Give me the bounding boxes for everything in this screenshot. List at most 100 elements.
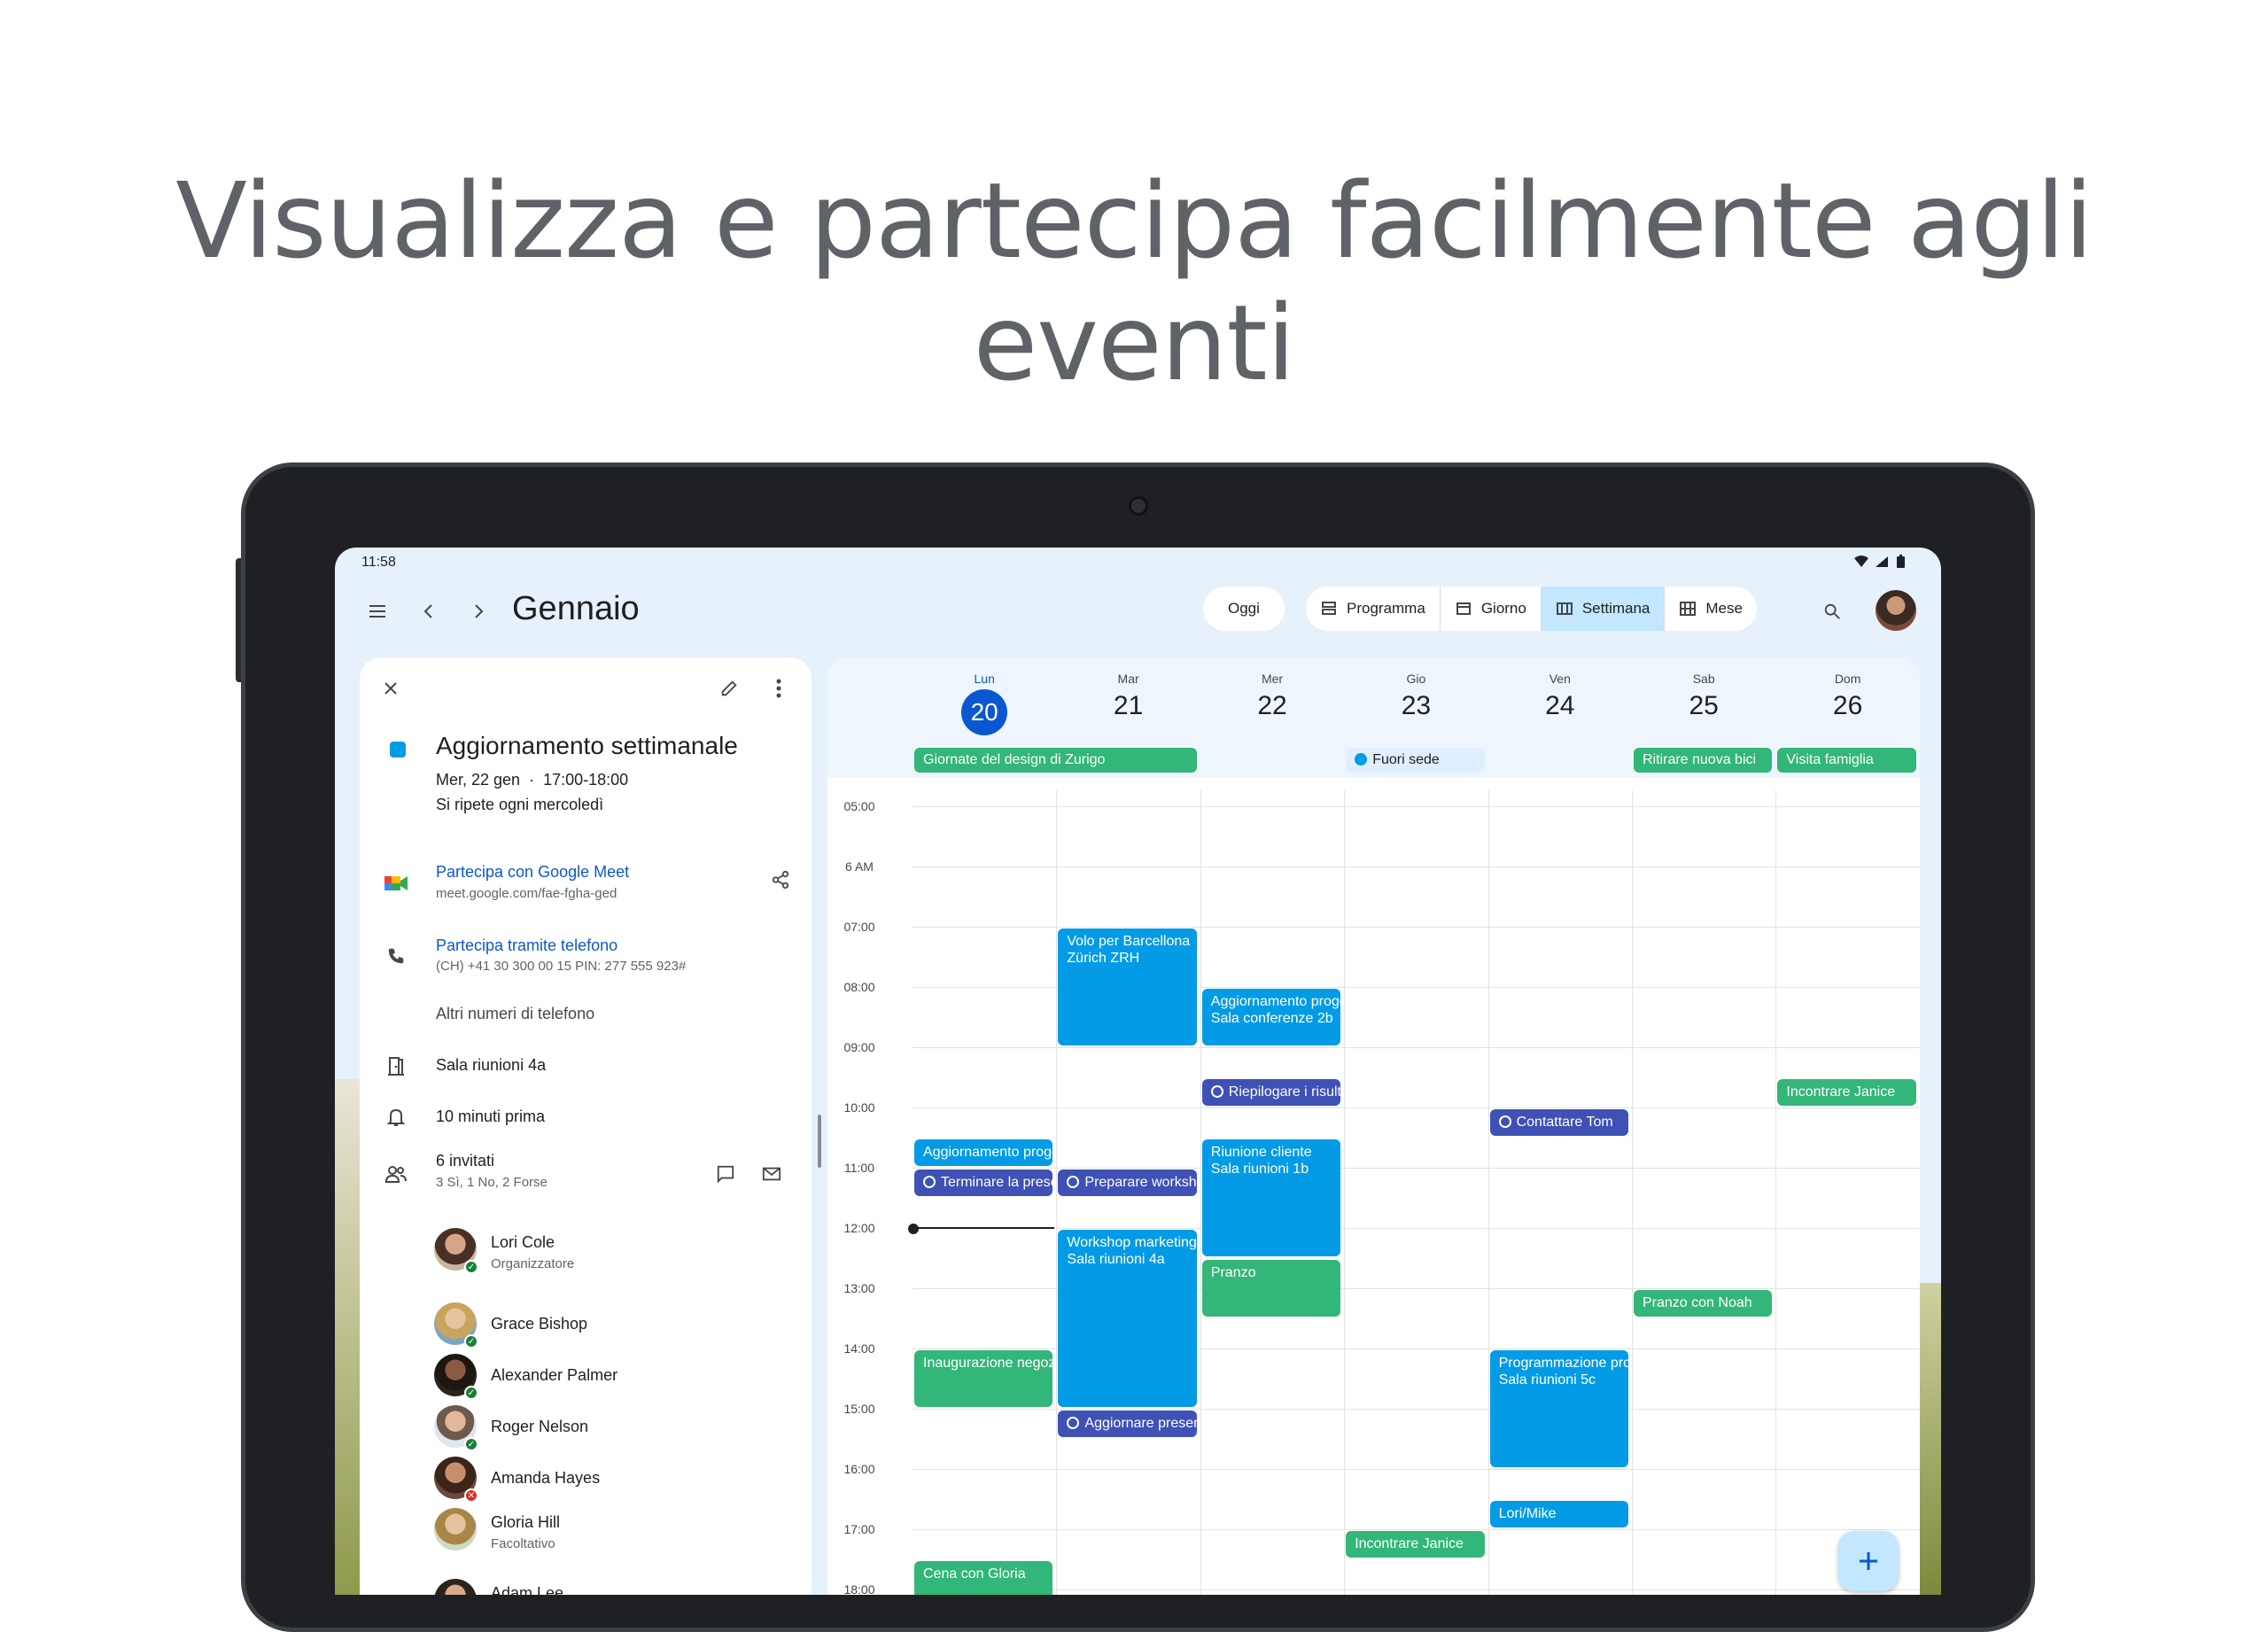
calendar-event[interactable]: Riunione cliente Sala riunioni 1b: [1201, 1139, 1341, 1256]
guest-avatar: [434, 1579, 477, 1595]
day-number[interactable]: 23: [1345, 691, 1487, 721]
join-phone-link[interactable]: Partecipa tramite telefono: [436, 936, 617, 955]
status-icons: [1852, 555, 1915, 573]
edit-pencil-icon[interactable]: [716, 675, 742, 702]
view-day-button[interactable]: Giorno: [1441, 587, 1542, 631]
top-app-bar: Gennaio Oggi Programma Giorno Settimana …: [335, 581, 1941, 645]
task-event[interactable]: Contattare Tom: [1489, 1109, 1628, 1136]
all-day-event[interactable]: Ritirare nuova bici: [1634, 748, 1773, 773]
event-location: Zürich ZRH: [1067, 951, 1140, 966]
guest-name: Amanda Hayes: [491, 1469, 601, 1487]
event-title: Lori/Mike: [1498, 1506, 1557, 1521]
prev-week-chevron-icon[interactable]: [411, 594, 447, 629]
task-check-icon: [1498, 1115, 1511, 1128]
calendar-event[interactable]: Incontrare Janice: [1777, 1079, 1916, 1106]
event-title: Volo per Barcellona: [1067, 934, 1191, 949]
chat-icon[interactable]: [712, 1161, 739, 1187]
task-check-icon: [923, 1176, 936, 1188]
event-title: Workshop marketing: [1067, 1235, 1197, 1250]
view-schedule-button[interactable]: Programma: [1306, 587, 1441, 631]
camera: [1129, 496, 1148, 516]
task-event[interactable]: Aggiornare presentazione: [1058, 1411, 1197, 1437]
day-number[interactable]: 21: [1058, 691, 1200, 721]
hour-label: 05:00: [843, 799, 875, 813]
guest-name: Roger Nelson: [491, 1418, 589, 1435]
calendar-event[interactable]: Inaugurazione negozio: [914, 1350, 1053, 1407]
day-number[interactable]: 25: [1633, 691, 1775, 721]
view-day-label: Giorno: [1480, 600, 1526, 617]
day-column-divider: [1632, 790, 1633, 1595]
all-day-event[interactable]: Giornate del design di Zurigo: [914, 748, 1197, 773]
month-icon: [1680, 602, 1697, 616]
task-event[interactable]: Riepilogare i risultati: [1201, 1079, 1341, 1106]
meet-url: meet.google.com/fae-fgha-ged: [436, 886, 617, 901]
panel-resize-handle[interactable]: [818, 1115, 821, 1168]
event-date: Mer, 22 gen: [436, 771, 521, 789]
calendar-event[interactable]: Pranzo: [1201, 1260, 1341, 1317]
all-day-event[interactable]: Visita famiglia: [1777, 748, 1916, 773]
task-event[interactable]: Terminare la presentazione: [914, 1170, 1053, 1196]
task-event[interactable]: Preparare workshop: [1058, 1170, 1197, 1196]
date-separator: ·: [520, 771, 544, 789]
calendar-event[interactable]: Volo per Barcellona Zürich ZRH: [1058, 929, 1197, 1045]
view-month-label: Mese: [1705, 600, 1743, 617]
view-month-button[interactable]: Mese: [1665, 587, 1757, 631]
rsvp-yes-icon: ✓: [464, 1437, 478, 1451]
calendar-event[interactable]: Cena con Gloria: [914, 1561, 1053, 1595]
bell-icon: [383, 1104, 409, 1131]
all-day-event[interactable]: Fuori sede: [1346, 748, 1485, 773]
share-icon[interactable]: [767, 867, 794, 893]
account-avatar[interactable]: [1876, 590, 1916, 631]
day-name: Ven: [1549, 672, 1571, 686]
more-vert-icon[interactable]: [765, 675, 792, 702]
headline: Visualizza e partecipa facilmente agli e…: [175, 159, 2093, 404]
view-week-button[interactable]: Settimana: [1541, 587, 1666, 631]
event-title: Aggiornamento progetto: [923, 1145, 1052, 1160]
event-room: Sala riunioni 4a: [436, 1056, 547, 1074]
hour-label: 6 AM: [845, 859, 874, 874]
event-location: Sala conferenze 2b: [1210, 1011, 1333, 1026]
calendar-event[interactable]: Incontrare Janice: [1346, 1531, 1485, 1558]
calendar-event[interactable]: Pranzo con Noah: [1634, 1290, 1773, 1317]
event-title: Aggiornamento progetto: [1210, 994, 1340, 1009]
calendar-event[interactable]: Aggiornamento progetto Sala conferenze 2b: [1201, 989, 1341, 1045]
hour-label: 16:00: [843, 1462, 875, 1476]
event-title: Aggiornamento settimanale: [436, 732, 738, 759]
next-week-chevron-icon[interactable]: [461, 594, 496, 629]
more-phone-numbers-link[interactable]: Altri numeri di telefono: [436, 1005, 594, 1023]
search-icon[interactable]: [1814, 594, 1850, 629]
day-number[interactable]: 22: [1201, 691, 1343, 721]
today-date-circle[interactable]: 20: [961, 689, 1008, 735]
all-day-event-title: Ritirare nuova bici: [1643, 752, 1757, 767]
day-column-divider: [1200, 790, 1201, 1595]
close-icon[interactable]: [377, 675, 404, 702]
guest-avatar: [434, 1508, 477, 1550]
screen: 11:58 Gennaio Oggi Programma Giorno Sett…: [335, 548, 1941, 1595]
day-number[interactable]: 26: [1777, 691, 1919, 721]
join-meet-link[interactable]: Partecipa con Google Meet: [436, 863, 629, 882]
event-time: 17:00-18:00: [543, 771, 629, 789]
event-title: Contattare Tom: [1516, 1115, 1613, 1130]
all-day-event-title: Fuori sede: [1372, 752, 1440, 767]
all-day-event-title: Visita famiglia: [1786, 752, 1874, 767]
google-meet-icon: [383, 870, 409, 897]
menu-icon[interactable]: [360, 594, 395, 629]
day-number[interactable]: 24: [1489, 691, 1631, 721]
phone-number: (CH) +41 30 300 00 15 PIN: 277 555 923#: [436, 959, 687, 974]
today-button[interactable]: Oggi: [1203, 587, 1285, 631]
out-of-office-icon: [1355, 753, 1368, 765]
day-column-divider: [1056, 790, 1058, 1595]
status-time: 11:58: [361, 555, 396, 570]
calendar-event[interactable]: Lori/Mike: [1489, 1501, 1628, 1527]
guest-name: Lori Cole: [491, 1233, 555, 1251]
hour-gridline: [913, 1168, 1920, 1169]
email-icon[interactable]: [758, 1161, 785, 1187]
event-title: Aggiornare presentazione: [1084, 1416, 1196, 1431]
guest-name: Gloria Hill: [491, 1513, 561, 1531]
schedule-icon: [1322, 602, 1336, 615]
calendar-event[interactable]: Workshop marketing Sala riunioni 4a: [1058, 1230, 1197, 1407]
calendar-event[interactable]: Aggiornamento progetto: [914, 1139, 1053, 1166]
create-event-fab[interactable]: [1838, 1531, 1899, 1591]
hour-gridline: [913, 927, 1920, 928]
calendar-event[interactable]: Programmazione progettoSala riunioni 5c: [1489, 1350, 1628, 1467]
